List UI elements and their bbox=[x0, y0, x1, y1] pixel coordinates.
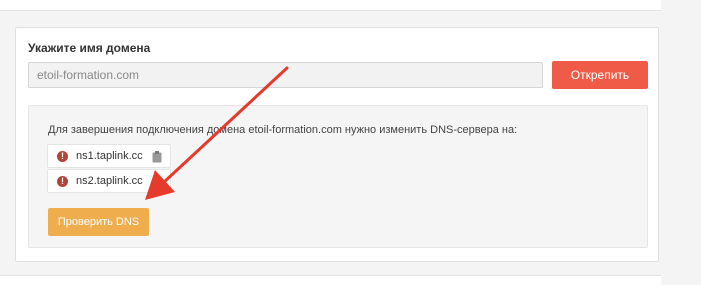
nameserver-item: ! ns2.taplink.cc bbox=[47, 169, 171, 193]
nameserver-value: ns2.taplink.cc bbox=[76, 175, 143, 187]
clipboard-icon[interactable] bbox=[152, 150, 162, 163]
bottom-panel-edge bbox=[0, 275, 661, 285]
nameserver-item: ! ns1.taplink.cc bbox=[47, 144, 171, 168]
check-dns-button[interactable]: Проверить DNS bbox=[48, 208, 149, 236]
domain-label: Укажите имя домена bbox=[28, 41, 151, 55]
domain-card: Укажите имя домена Открепить Для заверше… bbox=[15, 27, 659, 262]
nameserver-value: ns1.taplink.cc bbox=[76, 150, 143, 162]
warning-icon: ! bbox=[57, 150, 68, 162]
domain-input[interactable] bbox=[28, 62, 543, 88]
clipboard-icon[interactable] bbox=[152, 175, 162, 188]
detach-button[interactable]: Открепить bbox=[552, 61, 648, 89]
dns-instructions-box: Для завершения подключения домена etoil-… bbox=[28, 105, 648, 248]
dns-instruction-text: Для завершения подключения домена etoil-… bbox=[48, 124, 518, 136]
top-panel-edge bbox=[0, 0, 661, 11]
warning-icon: ! bbox=[57, 175, 68, 187]
page: Укажите имя домена Открепить Для заверше… bbox=[0, 0, 701, 285]
